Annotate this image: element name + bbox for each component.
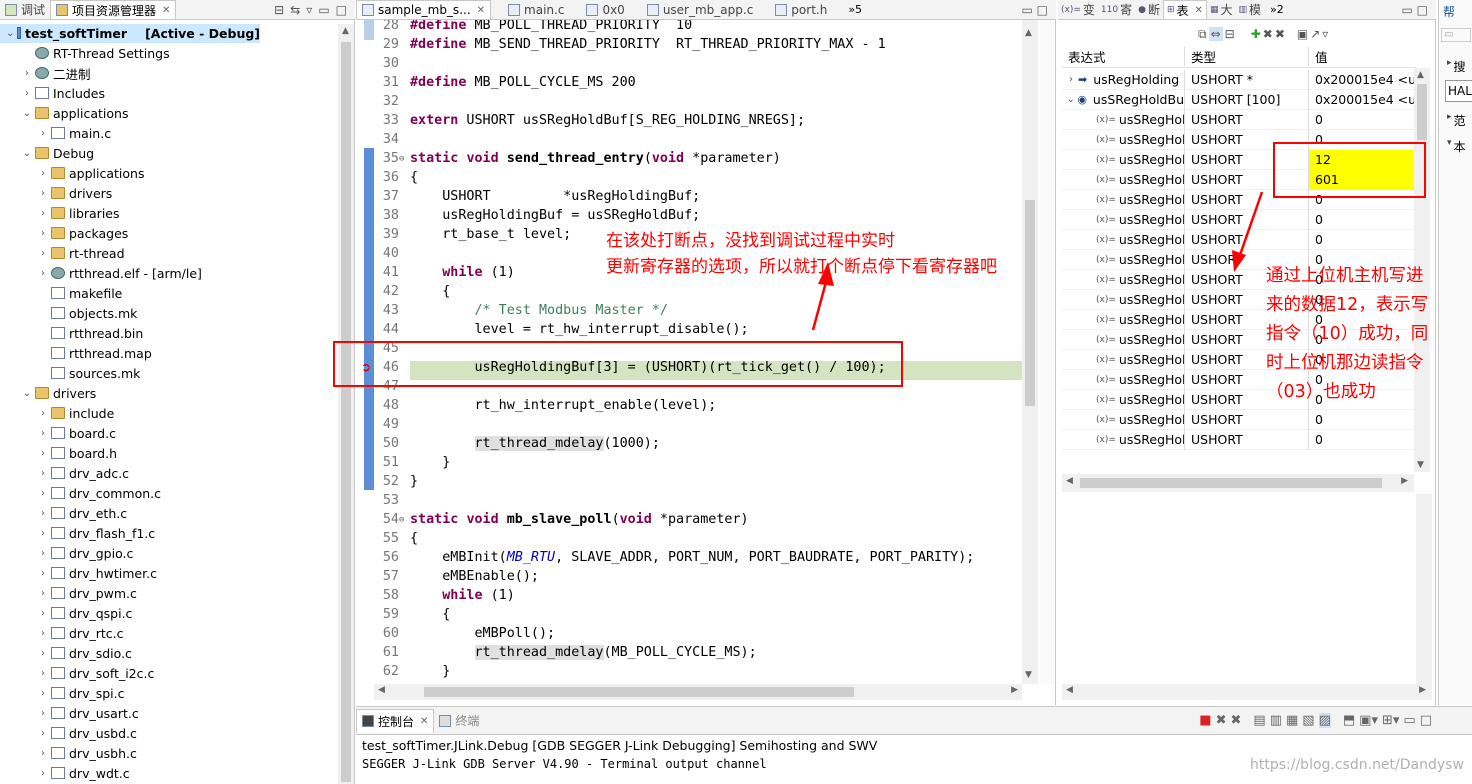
terminate-icon[interactable]: ■ [1199, 713, 1211, 728]
local-label[interactable]: 本 [1454, 138, 1466, 155]
search-input[interactable]: HAL [1445, 80, 1472, 102]
display-console-icon[interactable]: ▣▾ [1359, 713, 1378, 728]
tab-terminal[interactable]: 终端 [434, 711, 484, 731]
scope-label[interactable]: 范 [1454, 112, 1466, 129]
annotation-arrows [811, 191, 1264, 331]
open-console-icon[interactable]: ⊞▾ [1382, 713, 1399, 728]
minimize-icon[interactable]: ▭ [1403, 713, 1415, 728]
search-label[interactable]: 搜 [1454, 58, 1466, 75]
console-title: test_softTimer.JLink.Debug [GDB SEGGER J… [362, 738, 878, 753]
watermark: https://blog.csdn.net/Dandysw [1250, 757, 1464, 773]
remove-launch-icon[interactable]: ✖ [1216, 713, 1227, 728]
scroll-lock-icon[interactable]: ▥ [1270, 713, 1282, 728]
console-icon [362, 715, 374, 727]
help-icon[interactable]: 帮 [1443, 3, 1455, 20]
maximize-icon[interactable]: □ [1420, 713, 1432, 728]
console-output-line: SEGGER J-Link GDB Server V4.90 - Termina… [362, 757, 767, 771]
tab-console[interactable]: 控制台 ✕ [356, 708, 435, 733]
terminal-icon [439, 714, 452, 727]
remove-all-launch-icon[interactable]: ✖ [1230, 713, 1241, 728]
show-on-error-icon[interactable]: ▨ [1318, 713, 1331, 728]
word-wrap-icon[interactable]: ▦ [1286, 713, 1298, 728]
console-tabbar: 控制台 ✕ 终端 ■ ✖ ✖ ▤ ▥ ▦ ▧ ▨ ⬒ ▣▾ ⊞▾ ▭ □ [356, 707, 1472, 735]
pin-console-icon[interactable]: ⬒ [1343, 713, 1355, 728]
close-icon[interactable]: ✕ [420, 716, 428, 727]
outline-strip: 帮 ▭ ▸ 搜 HAL ▸ 范 ▾ 本 [1438, 0, 1472, 705]
clear-console-icon[interactable]: ▤ [1253, 713, 1265, 728]
show-on-output-icon[interactable]: ▧ [1302, 713, 1314, 728]
